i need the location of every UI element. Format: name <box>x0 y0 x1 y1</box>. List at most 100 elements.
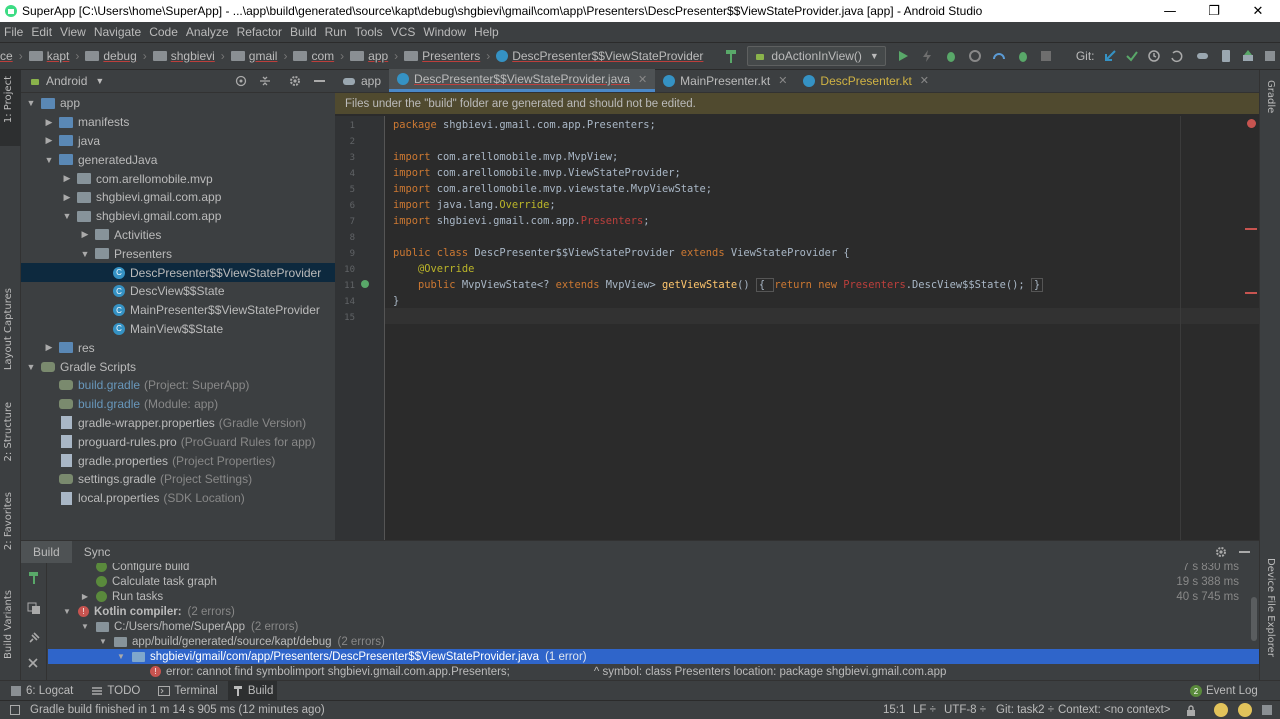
chevron-down-icon[interactable]: ▼ <box>98 637 108 646</box>
tree-item[interactable]: C DescView$$State <box>21 282 335 301</box>
breadcrumb-item[interactable]: shgbievi › <box>152 49 225 63</box>
tree-item[interactable]: settings.gradle (Project Settings) <box>21 470 335 489</box>
git-update-icon[interactable] <box>1103 49 1117 63</box>
tab-desc-presenter-view-state-provider[interactable]: DescPresenter$$ViewStateProvider.java ✕ <box>389 69 656 92</box>
lock-icon[interactable] <box>1185 704 1197 717</box>
menu-view[interactable]: View <box>60 25 86 39</box>
override-marker-icon[interactable] <box>361 280 369 288</box>
tool-tab-build-variants[interactable]: Build Variants <box>3 590 14 659</box>
error-stripe-mark[interactable] <box>1245 292 1257 294</box>
chevron-right-icon[interactable]: ▶ <box>79 229 91 240</box>
close-icon[interactable]: ✕ <box>638 73 647 86</box>
tab-app[interactable]: app <box>335 69 389 92</box>
breadcrumb-item[interactable]: app › <box>350 49 398 63</box>
close-icon[interactable]: ✕ <box>920 74 929 87</box>
chevron-down-icon[interactable]: ▼ <box>62 607 72 616</box>
toggle-tool-windows-icon[interactable] <box>10 705 20 715</box>
build-tree-item[interactable]: ▼ C:/Users/home/SuperApp (2 errors) <box>48 619 1259 634</box>
hide-panel-icon[interactable] <box>1239 551 1250 553</box>
breadcrumb-item[interactable]: kapt › <box>28 49 79 63</box>
breadcrumb-item[interactable]: DescPresenter$$ViewStateProvider <box>496 49 703 63</box>
git-commit-icon[interactable] <box>1125 49 1139 63</box>
chevron-down-icon[interactable]: ▼ <box>79 249 91 259</box>
tab-build[interactable]: Build <box>21 541 72 563</box>
run-config-select[interactable]: doActionInView() ▼ <box>747 46 886 66</box>
tree-item[interactable]: C MainView$$State <box>21 320 335 339</box>
close-window-button[interactable]: ✕ <box>1236 0 1280 22</box>
run-icon[interactable] <box>896 49 910 63</box>
context-selector[interactable]: Context: <no context> <box>1058 704 1171 716</box>
tool-tab-project[interactable]: 1: Project <box>3 76 14 123</box>
stop-icon[interactable] <box>1040 50 1052 62</box>
menu-analyze[interactable]: Analyze <box>186 25 229 39</box>
git-branch[interactable]: Git: task2 ÷ <box>996 704 1054 716</box>
tree-item[interactable]: ▼ generatedJava <box>21 150 335 169</box>
chevron-right-icon[interactable]: ▶ <box>43 135 55 146</box>
collapse-all-icon[interactable] <box>259 75 271 87</box>
gear-icon[interactable] <box>289 75 301 87</box>
chevron-right-icon[interactable]: ▶ <box>80 592 90 601</box>
file-encoding[interactable]: UTF-8 ÷ <box>944 704 986 716</box>
close-icon[interactable]: ✕ <box>778 74 787 87</box>
chevron-right-icon[interactable]: ▶ <box>43 342 55 353</box>
tree-item[interactable]: C MainPresenter$$ViewStateProvider <box>21 301 335 320</box>
tree-item[interactable]: build.gradle (Module: app) <box>21 395 335 414</box>
tree-item[interactable]: ▶ manifests <box>21 113 335 132</box>
tool-tab-gradle[interactable]: Gradle <box>1265 80 1276 113</box>
build-tree-item[interactable]: ! error: cannot find symbolimport shgbiev… <box>48 664 1259 679</box>
status-message[interactable]: Gradle build finished in 1 m 14 s 905 ms… <box>30 704 325 716</box>
tab-sync[interactable]: Sync <box>72 541 123 563</box>
tree-item[interactable]: ▶ Activities <box>21 226 335 245</box>
build-tree-item[interactable]: ▼ app/build/generated/source/kapt/debug (2… <box>48 634 1259 649</box>
tree-item[interactable]: ▼ shgbievi.gmail.com.app <box>21 207 335 226</box>
tool-tab-todo[interactable]: TODO <box>91 685 140 697</box>
chevron-down-icon[interactable]: ▼ <box>80 622 90 631</box>
tree-item[interactable]: ▶ com.arellomobile.mvp <box>21 169 335 188</box>
tool-tab-device-file-explorer[interactable]: Device File Explorer <box>1265 558 1276 657</box>
close-icon[interactable] <box>27 657 39 669</box>
tool-tab-favorites[interactable]: 2: Favorites <box>3 492 14 550</box>
chevron-right-icon[interactable]: ▶ <box>61 192 73 203</box>
build-tree-item[interactable]: ▼! Kotlin compiler: (2 errors) <box>48 604 1259 619</box>
breadcrumb-item[interactable]: gmail › <box>230 49 287 63</box>
breadcrumb-item[interactable]: debug › <box>85 49 147 63</box>
minimize-button[interactable]: — <box>1148 0 1192 22</box>
tree-item[interactable]: gradle-wrapper.properties (Gradle Version… <box>21 414 335 433</box>
tree-item[interactable]: ▼ Presenters <box>21 244 335 263</box>
build-tree-item[interactable]: Calculate task graph 19 s 388 ms <box>48 574 1259 589</box>
feedback-happy-icon[interactable] <box>1214 703 1228 717</box>
breadcrumb-item[interactable]: Presenters › <box>404 49 490 63</box>
scroll-from-source-icon[interactable] <box>235 75 247 87</box>
menu-code[interactable]: Code <box>149 25 178 39</box>
menu-tools[interactable]: Tools <box>355 25 383 39</box>
tree-item[interactable]: gradle.properties (Project Properties) <box>21 451 335 470</box>
layout-inspector-icon[interactable] <box>1263 49 1277 63</box>
tree-item[interactable]: ▼ app <box>21 94 335 113</box>
maximize-button[interactable]: ❐ <box>1192 0 1236 22</box>
profile-icon[interactable] <box>992 49 1006 63</box>
tree-item[interactable]: local.properties (SDK Location) <box>21 489 335 508</box>
menu-run[interactable]: Run <box>325 25 347 39</box>
coverage-icon[interactable] <box>968 49 982 63</box>
tree-item[interactable]: proguard-rules.pro (ProGuard Rules for ap… <box>21 432 335 451</box>
breadcrumb-item[interactable]: ce › <box>0 49 23 63</box>
menu-refactor[interactable]: Refactor <box>237 25 282 39</box>
tree-item[interactable]: build.gradle (Project: SuperApp) <box>21 376 335 395</box>
menu-vcs[interactable]: VCS <box>391 25 416 39</box>
tab-main-presenter[interactable]: MainPresenter.kt ✕ <box>655 69 795 92</box>
tool-tab-structure[interactable]: 2: Structure <box>3 402 14 461</box>
toggle-view-icon[interactable] <box>27 601 41 615</box>
error-indicator-icon[interactable] <box>1247 119 1256 128</box>
error-stripe-mark[interactable] <box>1245 228 1257 230</box>
tab-desc-presenter[interactable]: DescPresenter.kt ✕ <box>795 69 937 92</box>
tool-tab-terminal[interactable]: Terminal <box>158 685 218 697</box>
tree-item[interactable]: ▼ Gradle Scripts <box>21 357 335 376</box>
debug-icon[interactable] <box>944 49 958 63</box>
notifications-icon[interactable] <box>1261 704 1273 716</box>
hammer-icon[interactable] <box>723 48 739 64</box>
tool-tab-logcat[interactable]: 6: Logcat <box>10 685 73 697</box>
sdk-manager-icon[interactable] <box>1241 49 1255 63</box>
tree-item[interactable]: ▶ java <box>21 132 335 151</box>
tree-item[interactable]: ▶ shgbievi.gmail.com.app <box>21 188 335 207</box>
chevron-right-icon[interactable]: ▶ <box>61 173 73 184</box>
